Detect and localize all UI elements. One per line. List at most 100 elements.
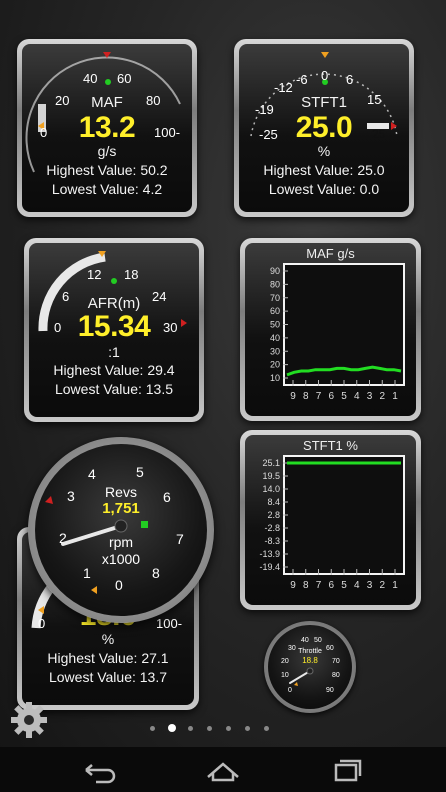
- stft-unit: %: [317, 143, 331, 159]
- x-tick-label: 8: [303, 391, 309, 402]
- y-tick-label: -13.9: [259, 549, 280, 559]
- home-icon: [207, 762, 239, 782]
- svg-text:80: 80: [332, 672, 340, 679]
- back-icon: [85, 764, 116, 784]
- x-tick-label: 9: [290, 391, 296, 402]
- maf-unit: g/s: [97, 143, 117, 159]
- x-tick-label: 5: [341, 580, 347, 591]
- svg-text:90: 90: [326, 687, 334, 694]
- x-tick-label: 1: [392, 391, 398, 402]
- pivot-icon: [105, 79, 111, 85]
- y-tick-label: 10: [270, 373, 280, 383]
- afr-gauge[interactable]: 0 6 12 18 24 30 AFR(m) 15.34 :1 Highest …: [24, 238, 204, 422]
- y-tick-label: 40: [270, 333, 280, 343]
- svg-text:1: 1: [83, 565, 91, 581]
- page-dot[interactable]: [150, 726, 155, 731]
- x-tick-label: 2: [379, 391, 385, 402]
- maf-chart[interactable]: MAF g/s 90 80 70 60 50 40 30 20 10 9 8 7 6 5 4 3 2 1: [240, 238, 421, 421]
- revs-value: 1,751: [102, 500, 140, 517]
- recent-apps-icon: [334, 759, 362, 782]
- recent-apps-button[interactable]: [326, 755, 368, 785]
- y-tick-label: 90: [270, 266, 280, 276]
- afr-unit: :1: [108, 344, 120, 360]
- page-dot[interactable]: [207, 726, 212, 731]
- svg-text:0: 0: [115, 577, 123, 593]
- maf-gauge[interactable]: 0 20 40 60 80 100- MAF 13.2 g/s Highest …: [17, 39, 197, 217]
- maf-label: MAF: [91, 94, 123, 111]
- afr-highest: Highest Value: 29.4: [53, 362, 175, 378]
- y-tick-label: 60: [270, 306, 280, 316]
- page-dot[interactable]: [188, 726, 193, 731]
- svg-text:5: 5: [136, 464, 144, 480]
- y-tick-label: -19.4: [259, 562, 280, 572]
- svg-text:4: 4: [88, 466, 96, 482]
- stft-highest: Highest Value: 25.0: [263, 162, 385, 178]
- x-tick-label: 8: [303, 580, 309, 591]
- y-tick-label: 70: [270, 293, 280, 303]
- stft-chart-plot: 25.1 19.5 14.0 8.4 2.8 -2.8 -8.3 -13.9 -19.4 9 8 7 6…: [259, 455, 405, 591]
- zero-marker-icon: [321, 52, 329, 58]
- y-tick-label: 25.1: [262, 458, 280, 468]
- y-tick-label: 80: [270, 279, 280, 289]
- x-tick-label: 2: [379, 580, 385, 591]
- svg-text:0: 0: [288, 687, 292, 694]
- y-tick-label: 8.4: [267, 497, 280, 507]
- svg-text:10: 10: [281, 672, 289, 679]
- x-tick-label: 7: [316, 580, 322, 591]
- x-tick-label: 7: [316, 391, 322, 402]
- system-navbar: [0, 747, 446, 792]
- page-dot[interactable]: [245, 726, 250, 731]
- gear-icon: [11, 702, 47, 738]
- page-indicator[interactable]: [150, 724, 280, 734]
- svg-text:60: 60: [117, 71, 131, 86]
- partial-lowest: Lowest Value: 13.7: [48, 669, 168, 685]
- svg-text:18: 18: [124, 267, 138, 282]
- afr-lowest: Lowest Value: 13.5: [54, 381, 174, 397]
- svg-text:12: 12: [87, 267, 101, 282]
- stft-chart[interactable]: STFT1 % 25.1 19.5 14.0 8.4 2.8 -2.8 -8.3 -13.9-…: [240, 430, 421, 610]
- x-tick-label: 6: [328, 391, 334, 402]
- throttle-value: 18.8: [302, 656, 318, 665]
- y-tick-label: 19.5: [262, 471, 280, 481]
- y-tick-label: 20: [270, 360, 280, 370]
- stft-label: STFT1: [301, 94, 347, 111]
- x-tick-label: 4: [354, 580, 360, 591]
- min-marker-icon: [294, 682, 298, 686]
- pivot-icon: [111, 278, 117, 284]
- stft-gauge[interactable]: -25 -19 -12 -6 0 6 15 25 STFT1 25.0 % Hi…: [234, 39, 414, 217]
- svg-text:6: 6: [346, 72, 353, 87]
- y-tick-label: -2.8: [264, 523, 280, 533]
- home-button[interactable]: [202, 755, 244, 785]
- svg-text:40: 40: [83, 71, 97, 86]
- y-tick-label: 2.8: [267, 510, 280, 520]
- back-button[interactable]: [78, 755, 120, 785]
- maf-highest: Highest Value: 50.2: [46, 162, 168, 178]
- svg-text:50: 50: [314, 637, 322, 644]
- x-tick-label: 6: [328, 580, 334, 591]
- svg-text:-6: -6: [296, 72, 308, 87]
- page-dot[interactable]: [168, 724, 176, 732]
- maf-chart-plot: 90 80 70 60 50 40 30 20 10 9 8 7 6 5 4 3 2 1: [270, 263, 405, 402]
- y-tick-label: 50: [270, 320, 280, 330]
- x-tick-label: 9: [290, 580, 296, 591]
- throttle-gauge[interactable]: 0 10 20 30 40 50 60 70 80 90 Throttle 18…: [264, 621, 356, 713]
- partial-unit: %: [101, 631, 115, 647]
- revs-dial: 4 5 3 6 2 7 1 8 0: [45, 464, 184, 594]
- x-tick-label: 4: [354, 391, 360, 402]
- min-marker-icon: [91, 586, 97, 594]
- status-indicator-icon: [141, 521, 148, 528]
- revs-gauge[interactable]: 4 5 3 6 2 7 1 8 0 Revs 1,751 rpm x1000: [28, 437, 214, 623]
- settings-button[interactable]: [9, 700, 49, 740]
- maf-value: 13.2: [78, 111, 136, 144]
- svg-text:-12: -12: [274, 80, 293, 95]
- page-dot[interactable]: [226, 726, 231, 731]
- revs-label: Revs: [105, 484, 137, 500]
- revs-multiplier: x1000: [101, 551, 141, 567]
- afr-value: 15.34: [77, 310, 151, 343]
- stft-value: 25.0: [295, 111, 353, 144]
- x-tick-label: 5: [341, 391, 347, 402]
- y-tick-label: 30: [270, 346, 280, 356]
- throttle-label: Throttle: [298, 648, 322, 655]
- page-dot[interactable]: [264, 726, 269, 731]
- x-tick-label: 3: [367, 580, 373, 591]
